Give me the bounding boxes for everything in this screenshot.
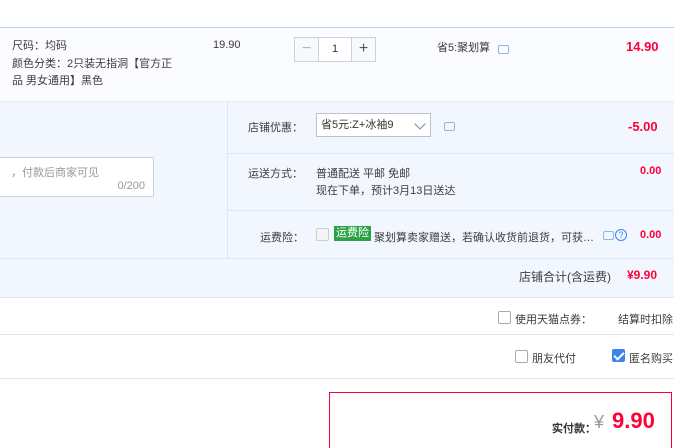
tmall-points-checkbox[interactable] [498,311,511,324]
shop-total-label: 店铺合计(含运费) [519,270,611,284]
friend-pay-checkbox[interactable] [515,350,528,363]
coupon-select-value: 省5元:Z+冰袖9 [321,119,394,131]
memo-placeholder: ，付款后商家可见 [11,167,99,179]
shipping-amount: 0.00 [640,165,662,177]
tmall-points-label: 使用天猫点券： [515,314,592,326]
sku-color-line1: 颜色分类：2只装无指洞【官方正 [12,58,173,70]
row-divider [228,153,674,154]
unit-price: 19.90 [213,39,241,51]
sku-size: 尺码：均码 [12,40,67,52]
panel-divider [227,102,228,258]
shipping-label: 运送方式： [248,168,303,180]
insurance-amount: 0.00 [640,229,662,241]
coupon-label: 店铺优惠： [248,122,303,134]
coupon-amount: -5.00 [628,119,658,134]
chat-icon[interactable] [444,122,455,131]
quantity-increase-button[interactable]: + [351,37,376,62]
final-payment-label: 实付款： [552,423,596,435]
quantity-stepper: − 1 + [294,37,376,62]
row-divider [228,210,674,211]
option-divider [0,378,674,379]
anonymous-label: 匿名购买 [629,353,673,365]
help-icon[interactable]: ? [615,229,627,241]
final-amount: 9.90 [612,408,655,433]
sku-color-line2: 品 男女通用】黑色 [12,75,104,87]
chat-icon[interactable] [498,45,509,54]
final-currency: ¥ [594,412,605,432]
item-subtotal: 14.90 [626,39,659,54]
coupon-select[interactable]: 省5元:Z+冰袖9 [316,113,431,137]
chevron-down-icon [414,118,426,130]
shipping-method: 普通配送 平邮 免邮 [316,168,411,180]
shop-total-value: ¥9.90 [627,268,658,282]
insurance-label: 运费险： [260,232,304,244]
insurance-checkbox [316,228,329,241]
option-divider [0,334,674,335]
insurance-badge: 运费险 [334,226,371,241]
quantity-decrease-button[interactable]: − [294,37,319,62]
insurance-desc: 聚划算卖家赠送，若确认收货前退货，可获… [374,232,594,244]
shipping-eta: 现在下单，预计3月13日送达 [316,185,456,197]
seller-memo-input[interactable]: ，付款后商家可见 0/200 [0,157,154,197]
friend-pay-label: 朋友代付 [532,353,576,365]
settle-note: 结算时扣除 [618,314,673,326]
anonymous-checkbox[interactable] [612,349,625,362]
quantity-input[interactable]: 1 [319,37,351,62]
memo-char-count: 0/200 [117,180,145,192]
chat-icon[interactable] [603,231,614,240]
item-promo: 省5:聚划算 [437,42,491,54]
